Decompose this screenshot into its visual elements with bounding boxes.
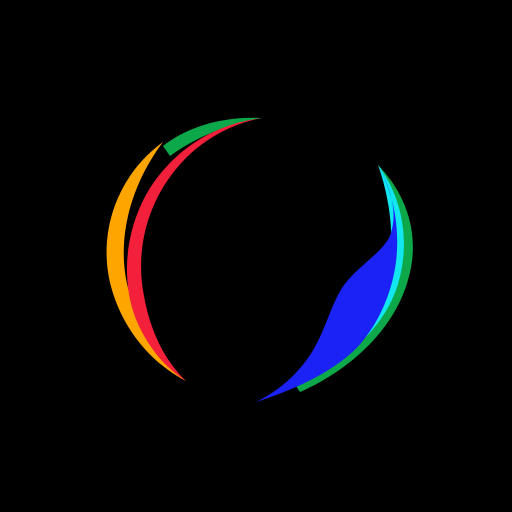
right-arc-blue [256,165,398,402]
left-arc-orange [106,142,186,381]
right-arc-group [256,165,413,402]
swoosh-circle-logo-icon [106,117,413,402]
app-icon-canvas [0,0,512,512]
left-arc-group [106,117,262,381]
